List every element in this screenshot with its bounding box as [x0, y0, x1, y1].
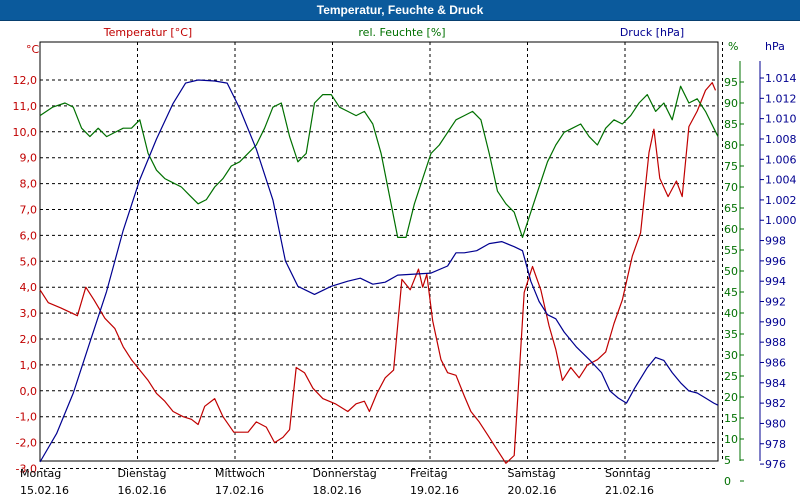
pressure-tick-label: 992 — [765, 296, 786, 309]
humidity-tick-label: 20 — [724, 391, 738, 404]
humidity-tick-label: 60 — [724, 223, 738, 236]
humidity-series-label: rel. Feuchte [%] — [358, 26, 445, 39]
pressure-series-label: Druck [hPa] — [620, 26, 684, 39]
x-day-label: Mittwoch — [215, 467, 265, 480]
humidity-tick-label: 65 — [724, 202, 738, 215]
x-day-label: Donnerstag — [313, 467, 377, 480]
pressure-tick-label: 1.006 — [765, 153, 797, 166]
humidity-tick-label: 50 — [724, 265, 738, 278]
temperature-tick-label: 4,0 — [20, 281, 38, 294]
temperature-tick-label: 9,0 — [20, 152, 38, 165]
x-date-label: 20.02.16 — [508, 484, 557, 497]
pressure-tick-label: 982 — [765, 397, 786, 410]
humidity-axis-unit: % — [728, 40, 738, 53]
pressure-tick-label: 978 — [765, 438, 786, 451]
x-day-label: Freitag — [410, 467, 448, 480]
temperature-tick-label: 2,0 — [20, 333, 38, 346]
humidity-tick-label: 30 — [724, 349, 738, 362]
x-day-label: Montag — [20, 467, 61, 480]
temperature-tick-label: 1,0 — [20, 359, 38, 372]
humidity-tick-label: 35 — [724, 328, 738, 341]
x-day-label: Sonntag — [605, 467, 651, 480]
temperature-series-label: Temperatur [°C] — [103, 26, 192, 39]
pressure-tick-label: 1.008 — [765, 133, 797, 146]
pressure-tick-label: 986 — [765, 356, 786, 369]
humidity-tick-label: 5 — [724, 454, 731, 467]
humidity-tick-label: 10 — [724, 433, 738, 446]
x-date-label: 21.02.16 — [605, 484, 654, 497]
x-date-label: 15.02.16 — [20, 484, 69, 497]
chart-area: °C Temperatur [°C] % rel. Feuchte [%] hP… — [13, 26, 797, 497]
x-date-label: 17.02.16 — [215, 484, 264, 497]
x-date-label: 18.02.16 — [313, 484, 362, 497]
pressure-tick-label: 1.014 — [765, 72, 797, 85]
temperature-tick-label: 7,0 — [20, 204, 38, 217]
pressure-tick-label: 976 — [765, 458, 786, 471]
pressure-tick-label: 994 — [765, 275, 786, 288]
pressure-tick-label: 1.010 — [765, 113, 797, 126]
pressure-tick-label: 984 — [765, 377, 786, 390]
humidity-tick-label: 80 — [724, 139, 738, 152]
humidity-tick-label: 40 — [724, 307, 738, 320]
humidity-tick-label: 70 — [724, 181, 738, 194]
pressure-axis-unit: hPa — [765, 40, 785, 53]
pressure-tick-label: 1.000 — [765, 214, 797, 227]
humidity-tick-label: 95 — [724, 76, 738, 89]
temperature-tick-label: 0,0 — [20, 385, 38, 398]
temperature-tick-label: 3,0 — [20, 307, 38, 320]
temperature-tick-label: 12,0 — [13, 74, 38, 87]
pressure-tick-label: 998 — [765, 235, 786, 248]
x-day-label: Samstag — [508, 467, 556, 480]
x-date-label: 16.02.16 — [118, 484, 167, 497]
pressure-tick-label: 996 — [765, 255, 786, 268]
temperature-tick-label: 5,0 — [20, 255, 38, 268]
pressure-tick-label: 980 — [765, 417, 786, 430]
temperature-tick-label: -2,0 — [16, 437, 37, 450]
x-day-label: Dienstag — [118, 467, 167, 480]
humidity-tick-label: 25 — [724, 370, 738, 383]
temperature-tick-label: 8,0 — [20, 178, 38, 191]
temperature-tick-label: 10,0 — [13, 126, 38, 139]
humidity-tick-label: 75 — [724, 160, 738, 173]
humidity-tick-label: 15 — [724, 412, 738, 425]
temperature-tick-label: 6,0 — [20, 229, 38, 242]
plot-frame — [39, 41, 719, 462]
humidity-tick-label: 90 — [724, 97, 738, 110]
humidity-tick-label: 0 — [724, 475, 731, 488]
humidity-tick-label: 55 — [724, 244, 738, 257]
temperature-axis-unit: °C — [26, 43, 40, 56]
pressure-tick-label: 1.012 — [765, 92, 797, 105]
temperature-tick-label: 11,0 — [13, 100, 38, 113]
pressure-tick-label: 990 — [765, 316, 786, 329]
pressure-tick-label: 1.004 — [765, 174, 797, 187]
humidity-tick-label: 85 — [724, 118, 738, 131]
x-date-label: 19.02.16 — [410, 484, 459, 497]
pressure-tick-label: 988 — [765, 336, 786, 349]
pressure-tick-label: 1.002 — [765, 194, 797, 207]
temperature-tick-label: -1,0 — [16, 411, 37, 424]
humidity-tick-label: 45 — [724, 286, 738, 299]
window-title: Temperatur, Feuchte & Druck — [0, 0, 800, 21]
